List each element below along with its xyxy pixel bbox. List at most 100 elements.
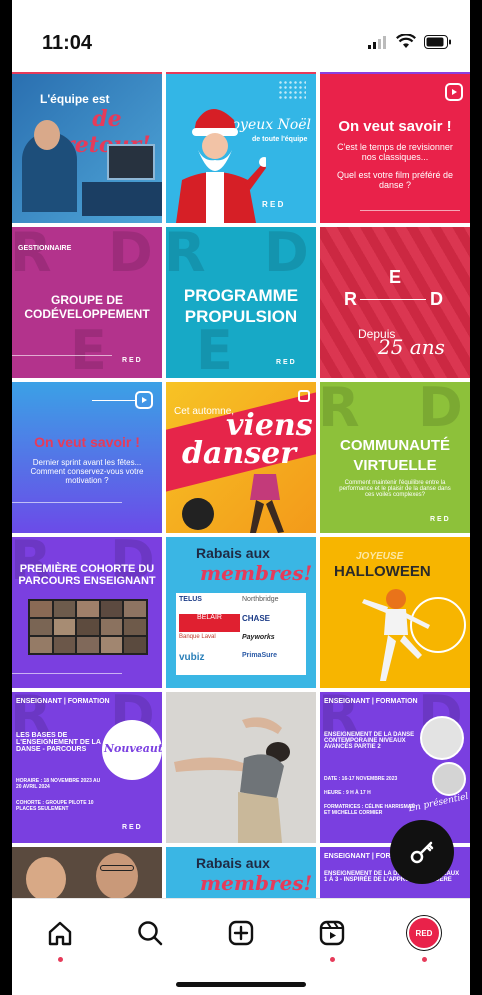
partner-logos: TELUS Northbridge BELAIR CHASE Banque La… [176,593,306,675]
floating-key-button[interactable] [390,820,454,884]
post-detail: DATE : 16-17 NOVEMBRE 2023 [324,776,398,782]
tab-profile[interactable]: RED [404,913,444,953]
bottom-tab-bar: RED [12,898,470,995]
bg-letters: R [320,382,360,439]
posts-grid: L'équipe est de retour! Joyeux Noël de t… [12,72,470,898]
post-title: LES BASES DE L'ENSEIGNEMENT DE LA DANSE … [16,732,101,753]
notification-dot [422,957,427,962]
brand-logo: R E D [262,200,284,209]
partner-logo: vubiz [179,652,205,663]
profile-avatar: RED [407,916,441,950]
brand-logo: R E D [122,357,141,364]
home-indicator [176,982,306,987]
phone-screen: 11:04 L'équipe est de retour! Joyeux Noë… [12,0,470,995]
post-tile[interactable]: R D E GESTIONNAIRE GROUPE DE CODÉVELOPPE… [12,227,162,378]
status-time: 11:04 [42,32,93,54]
tab-reels[interactable] [312,913,352,953]
post-tile[interactable]: R D ENSEIGNANT | FORMATION LES BASES DE … [12,692,162,843]
battery-icon [424,34,451,49]
post-body: Comment maintenir l'équilibre entre la p… [339,480,451,498]
post-script-text: danser [182,436,297,471]
post-title: On veut savoir ! [34,434,140,450]
post-tag: ENSEIGNANT | FORMATION [324,698,418,705]
post-detail: COHORTE : GROUPE PILOTE 10 PLACES SEULEM… [16,800,94,812]
post-tile[interactable]: Cet automne, viens danser [166,382,316,533]
post-tile[interactable]: On veut savoir ! Dernier sprint avant le… [12,382,162,533]
post-tile[interactable]: Rabais aux membres! TELUS Northbridge BE… [166,537,316,688]
dancer-photo [174,717,290,843]
post-title: ENSEIGNEMENT DE LA DANSE CONTEMPORAINE N… [324,732,415,750]
reel-icon [135,391,153,409]
bg-letters: E [196,319,233,378]
post-tile[interactable] [12,847,162,898]
post-text: L'équipe est [40,92,110,106]
post-tag: ENSEIGNANT | FORMATION [16,698,110,705]
post-text: Rabais aux [196,545,270,561]
post-tile[interactable]: L'équipe est de retour! [12,72,162,223]
partner-logo: Banque Laval [179,634,216,640]
dancer-illustration [250,474,284,533]
post-script-text: membres! [200,561,313,585]
partner-logo: CHASE [242,614,271,623]
post-tile[interactable]: Joyeux Noël de toute l'équipe R E D [166,72,316,223]
post-body: Dernier sprint avant les fêtes... Commen… [30,458,144,485]
bg-letters: D [108,227,153,284]
post-tile[interactable]: Rabais aux membres! [166,847,316,898]
post-body: C'est le temps de revisionner nos classi… [337,142,453,162]
tab-search[interactable] [130,913,170,953]
pumpkin-dancer-illustration [362,589,430,681]
create-post-icon [228,920,254,946]
bg-letters: R [166,227,206,284]
post-tile[interactable]: R D E PROGRAMME PROPULSION R E D [166,227,316,378]
post-detail: FORMATRICES : CÉLINE HARRISMAN ET MICHEL… [324,804,416,816]
brand-logo: R E D [430,516,449,523]
post-tile[interactable]: JOYEUSE HALLOWEEN [320,537,470,688]
tab-home[interactable] [40,913,80,953]
post-tile[interactable]: R D ENSEIGNANT | FORMATION ENSEIGNEMENT … [320,692,470,843]
post-title: PROGRAMME PROPULSION [183,286,299,326]
partner-logo: PrimaSure [242,652,278,659]
post-title: GROUPE DE CODÉVELOPPEMENT [24,293,150,321]
post-tile[interactable]: R D COMMUNAUTÉ VIRTUELLE Comment mainten… [320,382,470,533]
bg-letters: D [418,382,463,439]
post-title: HALLOWEEN [334,563,431,580]
post-text: Rabais aux [196,855,270,871]
brand-logo: E [388,267,401,287]
post-script-text: 25 ans [378,335,445,359]
post-question: Quel est votre film préféré de danse ? [336,170,454,190]
active-dot [58,957,63,962]
tab-create[interactable] [221,913,261,953]
status-icons [368,34,452,49]
wifi-icon [396,34,416,48]
video-call-grid [28,599,148,655]
post-script-text: membres! [200,871,313,895]
bg-letters: E [70,319,107,378]
post-tile[interactable]: On veut savoir ! C'est le temps de revis… [320,72,470,223]
post-detail: HORAIRE : 18 NOVEMBRE 2023 AU 20 AVRIL 2… [16,778,101,790]
post-detail: HEURE : 9 H À 17 H [324,790,371,796]
reels-icon [319,920,345,946]
partner-logo: BELAIR [179,614,240,632]
key-icon [410,841,434,864]
post-tile[interactable]: R D PREMIÈRE COHORTE DU PARCOURS ENSEIGN… [12,537,162,688]
partner-logo: Payworks [242,634,275,641]
post-title: PREMIÈRE COHORTE DU PARCOURS ENSEIGNANT [18,563,156,587]
partner-logo: TELUS [179,596,202,603]
santa-illustration [176,108,266,223]
post-script-text: En présentiel [407,791,470,815]
brand-logo: R [344,289,357,309]
bg-letters: R [12,227,52,284]
partner-logo: Northbridge [242,596,279,603]
home-icon [48,921,72,946]
post-tile[interactable]: E R D Depuis 25 ans [320,227,470,378]
brand-logo: D [430,289,443,309]
post-tag: GESTIONNAIRE [18,245,72,252]
post-tile[interactable] [166,692,316,843]
post-title: On veut savoir ! [338,118,452,135]
notification-dot [330,957,335,962]
signal-icon [368,35,386,49]
reel-icon [445,83,463,101]
status-bar: 11:04 [12,0,470,72]
post-title: COMMUNAUTÉ VIRTUELLE [340,437,450,474]
brand-logo: R E D [122,824,141,831]
